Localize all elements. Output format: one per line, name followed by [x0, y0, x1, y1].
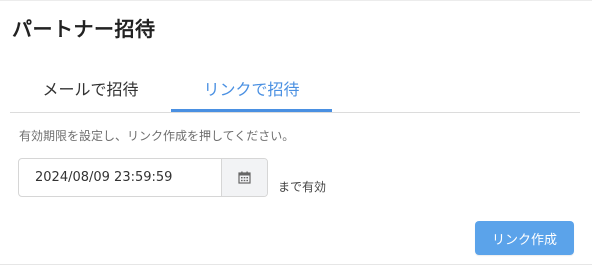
expiry-date-input[interactable] [19, 159, 221, 196]
tab-link-invite[interactable]: リンクで招待 [171, 72, 332, 112]
top-divider [0, 0, 592, 1]
page-title: パートナー招待 [12, 17, 156, 41]
instruction-text: 有効期限を設定し、リンク作成を押してください。 [19, 129, 295, 143]
expiry-suffix-label: まで有効 [278, 180, 327, 194]
tab-email-invite[interactable]: メールで招待 [10, 72, 171, 112]
create-link-button[interactable]: リンク作成 [475, 221, 574, 255]
bottom-divider [0, 264, 592, 265]
calendar-button[interactable] [221, 159, 267, 196]
expiry-date-picker [18, 158, 268, 197]
calendar-icon [238, 171, 251, 184]
invite-tabs: メールで招待 リンクで招待 [10, 72, 580, 113]
